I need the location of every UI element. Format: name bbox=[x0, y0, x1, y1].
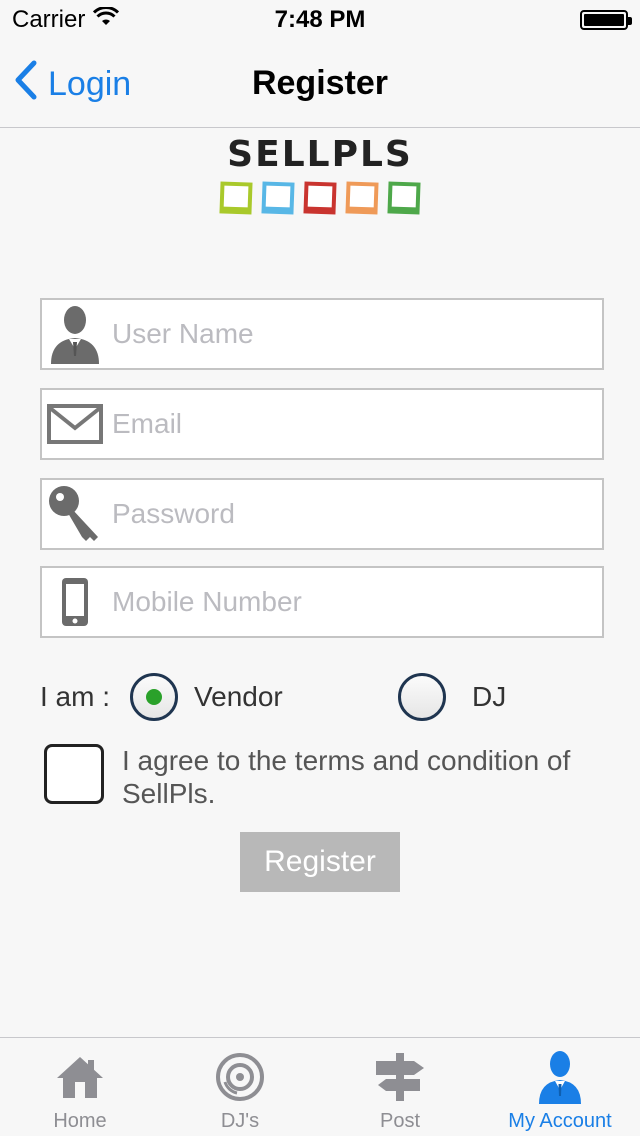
dj-radio[interactable] bbox=[398, 673, 446, 721]
logo-frame bbox=[387, 181, 421, 215]
terms-text: I agree to the terms and condition of Se… bbox=[122, 745, 571, 809]
logo-frames bbox=[200, 181, 440, 215]
username-field bbox=[40, 298, 604, 370]
tab-post-label: Post bbox=[379, 1110, 421, 1132]
logo-frame bbox=[345, 181, 379, 215]
user-icon bbox=[42, 301, 108, 367]
navigation-bar: Login Register bbox=[0, 40, 640, 128]
terms-row: I agree to the terms and condition of Se… bbox=[44, 744, 604, 810]
terms-checkbox[interactable] bbox=[44, 744, 104, 804]
role-selector: I am : Vendor DJ bbox=[40, 670, 604, 724]
carrier-label: Carrier bbox=[12, 6, 86, 33]
envelope-icon bbox=[42, 391, 108, 457]
username-input[interactable] bbox=[108, 300, 602, 368]
dj-label: DJ bbox=[472, 681, 507, 712]
page-title: Register bbox=[251, 64, 389, 102]
user-icon bbox=[533, 1050, 587, 1104]
tab-home-label: Home bbox=[53, 1110, 107, 1132]
password-field bbox=[40, 478, 604, 550]
logo-frame bbox=[261, 181, 295, 215]
disc-icon bbox=[213, 1050, 267, 1104]
email-input[interactable] bbox=[108, 390, 602, 458]
tab-my-account[interactable]: My Account bbox=[480, 1038, 640, 1136]
logo-text: SELLPLS bbox=[227, 134, 413, 175]
tab-djs[interactable]: DJ's bbox=[160, 1038, 320, 1136]
logo-frame bbox=[303, 181, 337, 215]
vendor-label: Vendor bbox=[194, 681, 283, 712]
mobile-field bbox=[40, 566, 604, 638]
app-logo: SELLPLS bbox=[200, 134, 440, 224]
wifi-icon bbox=[93, 6, 120, 34]
vendor-radio[interactable] bbox=[130, 673, 178, 721]
register-button[interactable]: Register bbox=[240, 832, 400, 892]
role-label: I am : bbox=[40, 681, 111, 712]
logo-frame bbox=[219, 181, 253, 215]
tab-post[interactable]: Post bbox=[320, 1038, 480, 1136]
signpost-icon bbox=[373, 1050, 427, 1104]
email-field bbox=[40, 388, 604, 460]
tab-bar: Home DJ's Post My Account bbox=[0, 1037, 640, 1136]
tab-djs-label: DJ's bbox=[220, 1110, 260, 1132]
battery-icon bbox=[580, 10, 632, 30]
tab-my-account-label: My Account bbox=[508, 1110, 612, 1132]
home-icon bbox=[53, 1050, 107, 1104]
status-bar: Carrier 7:48 PM bbox=[0, 0, 640, 40]
phone-icon bbox=[42, 569, 108, 635]
password-input[interactable] bbox=[108, 480, 602, 548]
key-icon bbox=[42, 481, 108, 547]
mobile-input[interactable] bbox=[108, 568, 602, 636]
radio-selected-dot bbox=[146, 689, 162, 705]
tab-home[interactable]: Home bbox=[0, 1038, 160, 1136]
